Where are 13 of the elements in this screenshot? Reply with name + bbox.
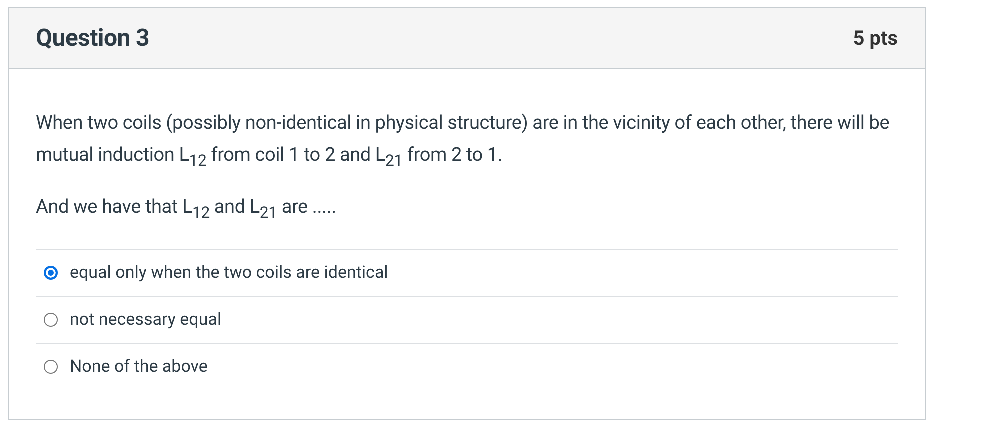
question-title: Question 3	[36, 24, 150, 52]
answer-option[interactable]: equal only when the two coils are identical	[36, 248, 898, 296]
question-text: When two coils (possibly non-identical in physical structure) are in the vicinity of each other, there will be mutual induction L$_{12}$ from coil 1 to 2 and L$_{21}$ from 2 to 1.	[36, 110, 891, 172]
answer-option[interactable]: not necessary equal	[36, 296, 898, 343]
radio-button[interactable]	[44, 312, 58, 327]
radio-button[interactable]	[44, 360, 58, 374]
option-label: equal only when the two coils are identical	[70, 262, 388, 283]
points-label: 5 pts	[853, 26, 898, 50]
option-label: None of the above	[70, 356, 208, 377]
answer-option[interactable]: None of the above	[36, 342, 898, 390]
option-label: not necessary equal	[70, 310, 222, 330]
radio-button[interactable]	[44, 266, 58, 280]
question-text: And we have that L$_{12}$ and L$_{21}$ are .....	[36, 194, 338, 224]
